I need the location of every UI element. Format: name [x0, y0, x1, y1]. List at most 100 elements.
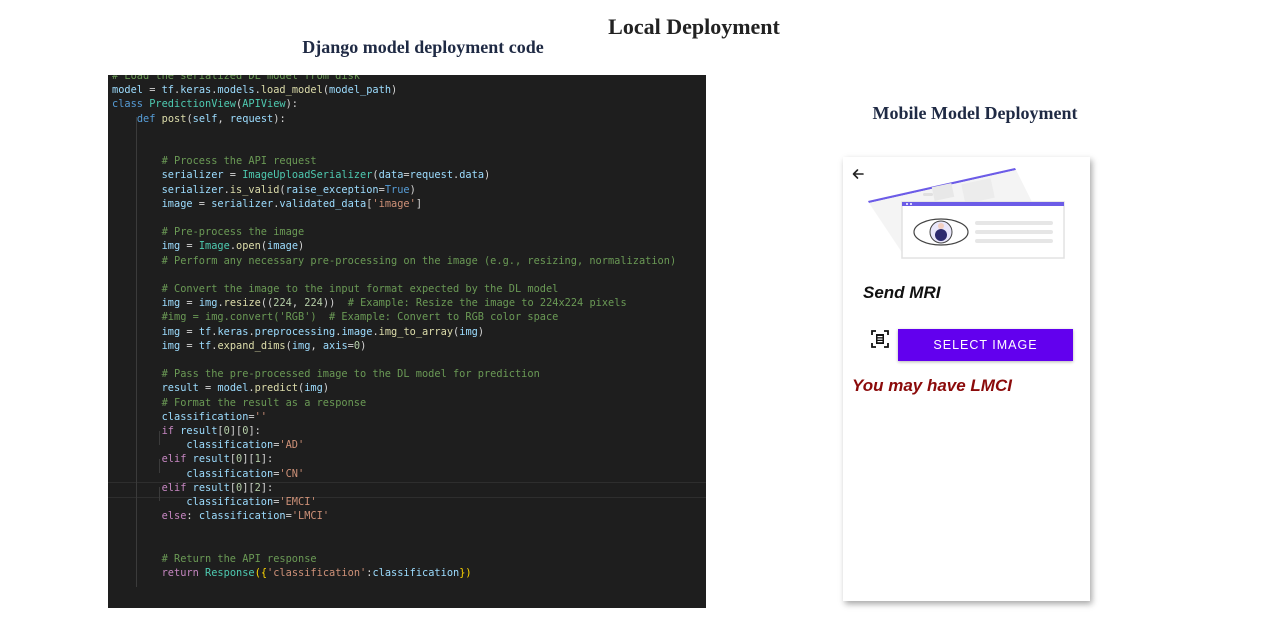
code-token: ,: [217, 112, 230, 125]
code-token: 'classification': [267, 567, 367, 579]
mobile-section-title: Mobile Model Deployment: [872, 103, 1078, 123]
code-token: expand_dims: [217, 339, 286, 352]
code-token: elif: [161, 453, 187, 466]
code-token: img: [291, 339, 311, 352]
code-token: img_to_array: [378, 325, 454, 338]
code-token: img: [161, 339, 181, 352]
code-token: True: [384, 183, 410, 196]
code-editor[interactable]: # Load the serialized DL model from disk…: [108, 75, 706, 608]
code-line: return Response({'classification':classi…: [112, 566, 472, 580]
code-token: model: [217, 382, 249, 395]
web-upload-illustration: [868, 168, 1065, 259]
select-image-button[interactable]: SELECT IMAGE: [898, 329, 1073, 361]
code-token: 'EMCI': [279, 496, 317, 508]
code-line: classification='EMCI': [112, 495, 317, 509]
code-token: predict: [254, 382, 299, 395]
code-token: =: [180, 297, 199, 310]
code-section-title: Django model deployment code: [302, 37, 544, 57]
code-token: Image: [198, 240, 230, 253]
code-token: img: [198, 297, 218, 310]
code-token: classification: [186, 439, 274, 452]
code-token: preprocessing: [254, 325, 336, 338]
code-line: # Perform any necessary pre-processing o…: [112, 254, 677, 268]
code-token: keras: [217, 325, 249, 338]
code-token: ): [298, 240, 305, 253]
code-token: self: [192, 112, 218, 125]
code-token: open: [236, 240, 261, 253]
code-token: Response: [205, 567, 255, 579]
code-line: # Process the API request: [112, 154, 317, 168]
phone-screen: Send MRI SELECT IMAGE You may have LMCI: [843, 157, 1090, 601]
code-token: models: [217, 84, 255, 97]
code-token: post: [161, 112, 187, 125]
code-token: image: [341, 325, 373, 338]
code-line: model = tf.keras.models.load_model(model…: [112, 83, 397, 97]
code-token: =: [180, 339, 199, 352]
code-token: =: [143, 84, 162, 97]
code-line: img = tf.keras.preprocessing.image.img_t…: [112, 325, 484, 339]
code-token: #img = img.convert('RGB') # Example: Con…: [161, 311, 559, 324]
code-token: ]:: [260, 453, 274, 466]
code-line: classification='CN': [112, 467, 304, 481]
code-line: img = tf.expand_dims(img, axis=0): [112, 339, 367, 353]
code-line: img = Image.open(image): [112, 239, 305, 253]
code-token: axis: [322, 339, 348, 352]
code-token: def: [136, 112, 156, 125]
code-token: =: [198, 382, 218, 395]
code-token: ((: [260, 297, 274, 310]
code-token: image: [267, 240, 299, 253]
code-line: def post(self, request):: [112, 112, 286, 126]
code-token: =: [180, 240, 199, 253]
code-line: else: classification='LMCI': [112, 509, 329, 523]
code-token: classification: [198, 510, 286, 523]
code-line: serializer = ImageUploadSerializer(data=…: [112, 168, 491, 182]
code-token: ): [391, 84, 398, 97]
code-line: # Format the result as a response: [112, 396, 367, 410]
code-token: )): [322, 297, 348, 310]
code-token: ): [322, 382, 330, 395]
code-line: elif result[0][1]:: [112, 452, 274, 466]
code-token: 224: [273, 297, 292, 310]
code-line: img = img.resize((224, 224)) # Example: …: [112, 296, 627, 310]
code-token: # Process the API request: [161, 155, 317, 168]
code-token: ]:: [260, 481, 274, 494]
code-token: '': [254, 410, 268, 423]
code-token: ]:: [248, 425, 261, 437]
code-line: # Return the API response: [112, 552, 317, 566]
code-token: =: [223, 169, 243, 182]
code-token: result: [161, 382, 199, 395]
code-token: 'LMCI': [291, 510, 330, 523]
code-token: classification: [161, 410, 249, 423]
code-token: ):: [285, 98, 299, 111]
code-token: classification: [186, 467, 274, 480]
code-token: result: [192, 481, 230, 494]
code-token: model: [112, 84, 143, 97]
code-token: else: [161, 510, 187, 523]
code-token: ({: [254, 567, 268, 579]
code-token: ):: [273, 112, 286, 125]
code-line: #img = img.convert('RGB') # Example: Con…: [112, 310, 559, 324]
code-token: img: [161, 297, 181, 310]
code-token: APIView: [242, 98, 286, 111]
code-token: ): [409, 183, 416, 196]
code-token: ][: [242, 453, 255, 466]
code-line: if result[0][0]:: [112, 424, 261, 438]
code-token: 224: [304, 297, 323, 310]
code-token: resize: [223, 297, 261, 310]
code-token: tf: [198, 325, 212, 338]
prediction-result-text: You may have LMCI: [852, 376, 1012, 395]
code-token: ): [360, 339, 367, 352]
code-token: load_model: [260, 84, 323, 97]
code-token: validated_data: [279, 197, 367, 210]
